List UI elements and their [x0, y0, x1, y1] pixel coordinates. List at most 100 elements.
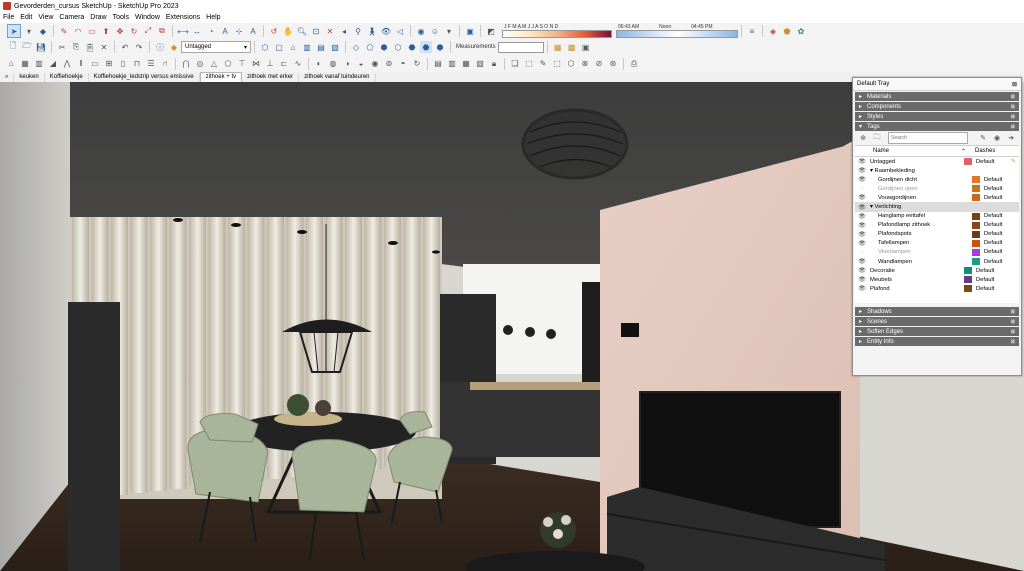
curtain-icon[interactable]: ▥	[33, 58, 45, 70]
tag-color-swatch[interactable]	[972, 239, 980, 247]
panel-scenes[interactable]: ▸ Scenes ⊠	[855, 317, 1019, 326]
scale-tool-icon[interactable]: ⤢	[142, 25, 154, 37]
tag-row[interactable]: 👁︎ Plafond Default	[855, 284, 1019, 293]
left-view-icon[interactable]: ▧	[329, 41, 341, 53]
eye-icon[interactable]: 👁︎	[855, 285, 869, 292]
rotate-tool-icon[interactable]: ↻	[128, 25, 140, 37]
pin-icon[interactable]: ⊠	[1011, 94, 1015, 100]
tag-dashes[interactable]: Default	[976, 277, 994, 283]
tag-color-swatch[interactable]	[972, 212, 980, 220]
panel-tags[interactable]: ▾ Tags ⊠	[855, 122, 1019, 131]
rotate-copy-icon[interactable]: ↻	[411, 58, 423, 70]
follow-me-icon[interactable]: ◐	[313, 58, 325, 70]
menu-draw[interactable]: Draw	[87, 14, 109, 21]
panel-materials[interactable]: ▸ Materials ⊠	[855, 92, 1019, 101]
door-icon[interactable]: ▯	[117, 58, 129, 70]
pin-icon[interactable]: ⊠	[1011, 309, 1015, 315]
protractor-icon[interactable]: ◔	[205, 25, 217, 37]
previous-view-icon[interactable]: ◂	[338, 25, 350, 37]
fillet-icon[interactable]: ▦	[460, 58, 472, 70]
lock-icon[interactable]: 🔒︎	[488, 58, 500, 70]
warehouse-house-icon[interactable]: ⌂	[5, 58, 17, 70]
tag-color-swatch[interactable]	[972, 258, 980, 266]
model-info-icon[interactable]: ⓘ	[154, 41, 166, 53]
shadows-toggle-icon[interactable]: ◩	[485, 25, 497, 37]
right-view-icon[interactable]: ▥	[301, 41, 313, 53]
eye-icon[interactable]: 👁︎	[855, 167, 869, 174]
eye-hidden-icon[interactable]: ◌	[855, 249, 869, 255]
solid-union-icon[interactable]: ⬡	[565, 58, 577, 70]
3d-warehouse-icon[interactable]: ▣	[464, 25, 476, 37]
date-slider[interactable]	[502, 30, 612, 38]
tag-color-swatch[interactable]	[972, 248, 980, 256]
paste-icon[interactable]: 📋︎	[84, 41, 96, 53]
tag-row[interactable]: 👁︎ Plafondspots Default	[855, 230, 1019, 239]
menu-file[interactable]: File	[0, 14, 17, 21]
text-tool-icon[interactable]: A	[219, 25, 231, 37]
scene-search-icon[interactable]: ⌕	[0, 73, 15, 82]
scene-tab-koffiehoekje[interactable]: Koffiehoekje	[45, 73, 89, 82]
pin-icon[interactable]: ⊠	[1011, 319, 1015, 325]
pin-icon[interactable]: ⊠	[1011, 104, 1015, 110]
tag-color-swatch[interactable]	[964, 267, 972, 275]
tag-icon[interactable]: ◆	[168, 41, 180, 53]
tag-row[interactable]: 👁︎ ▾ Raambekleding	[855, 166, 1019, 175]
tape-measure-icon[interactable]: ⟷	[177, 25, 189, 37]
stairs-icon[interactable]: ◢	[47, 58, 59, 70]
menu-extensions[interactable]: Extensions	[163, 14, 203, 21]
tag-row[interactable]: 👁︎ Gordijnen dicht Default	[855, 175, 1019, 184]
loft-icon[interactable]: ⋈	[250, 58, 262, 70]
pencil-line-tool-icon[interactable]: ✎	[58, 25, 70, 37]
shaded-textures-icon[interactable]: ⬣	[420, 41, 432, 53]
edit-component-icon[interactable]: ✎	[537, 58, 549, 70]
lathe-icon[interactable]: ⊤	[236, 58, 248, 70]
scene-tab-zithoek-erker[interactable]: zithoek met erker	[242, 73, 300, 82]
sandbox-icon[interactable]: ⬟	[781, 25, 793, 37]
eye-hidden-icon[interactable]: ◌	[855, 186, 869, 192]
back-edges-icon[interactable]: ⬠	[364, 41, 376, 53]
monochrome-icon[interactable]: ⬢	[434, 41, 446, 53]
solid-split-icon[interactable]: ⊛	[607, 58, 619, 70]
tag-row[interactable]: ◌ Gordijnen open Default	[855, 184, 1019, 193]
add-folder-icon[interactable]: 🗀︎	[871, 132, 883, 144]
measurements-input[interactable]	[497, 41, 544, 53]
active-tag-select[interactable]: Untagged ▾	[181, 41, 251, 53]
tag-row[interactable]: 👁︎ Untagged Default ✎	[855, 157, 1019, 166]
tags-search-input[interactable]	[888, 132, 968, 144]
sphere-icon[interactable]: ◍	[327, 58, 339, 70]
pin-icon[interactable]: ⊠	[1011, 339, 1015, 345]
color-by-tag-icon[interactable]: ◉	[991, 132, 1003, 144]
panel-soften-edges[interactable]: ▸ Soften Edges ⊠	[855, 327, 1019, 336]
shaded-icon[interactable]: ⬣	[406, 41, 418, 53]
menu-help[interactable]: Help	[203, 14, 223, 21]
details-arrow-icon[interactable]: ➜	[1005, 132, 1017, 144]
undo-icon[interactable]: ↶	[119, 41, 131, 53]
wireframe-icon[interactable]: ⬢	[378, 41, 390, 53]
frame-icon[interactable]: ▭	[89, 58, 101, 70]
bend-icon[interactable]: ◓	[397, 58, 409, 70]
tag-dashes[interactable]: Default	[984, 249, 1002, 255]
arc-tool-icon[interactable]: ◠	[72, 25, 84, 37]
position-camera-icon[interactable]: ⚲	[352, 25, 364, 37]
orbit-icon[interactable]: ↺	[268, 25, 280, 37]
tag-row[interactable]: 👁︎ Vouwgordijnen Default	[855, 193, 1019, 202]
sort-arrow-icon[interactable]: ⌃	[961, 148, 975, 155]
menu-camera[interactable]: Camera	[56, 14, 87, 21]
tag-dashes[interactable]: Default	[984, 240, 1002, 246]
menu-view[interactable]: View	[35, 14, 56, 21]
eye-icon[interactable]: 👁︎	[855, 222, 869, 229]
hemisphere-icon[interactable]: ◒	[355, 58, 367, 70]
push-pull-tool-icon[interactable]: ⬆	[100, 25, 112, 37]
hidden-line-icon[interactable]: ⬡	[392, 41, 404, 53]
tag-tool-icon[interactable]: ✎	[977, 132, 989, 144]
panel-components[interactable]: ▸ Components ⊠	[855, 102, 1019, 111]
zoom-icon[interactable]: 🔍︎	[296, 25, 308, 37]
pin-icon[interactable]: ⊠	[1011, 114, 1015, 120]
tag-dashes[interactable]: Default	[984, 195, 1002, 201]
tag-dashes[interactable]: Default	[984, 259, 1002, 265]
solid-tools-icon[interactable]: ▣	[580, 41, 592, 53]
window-icon[interactable]: ⊞	[103, 58, 115, 70]
pan-icon[interactable]: ✋	[282, 25, 294, 37]
fog-icon[interactable]: ≡	[746, 25, 758, 37]
tag-color-swatch[interactable]	[964, 276, 972, 284]
